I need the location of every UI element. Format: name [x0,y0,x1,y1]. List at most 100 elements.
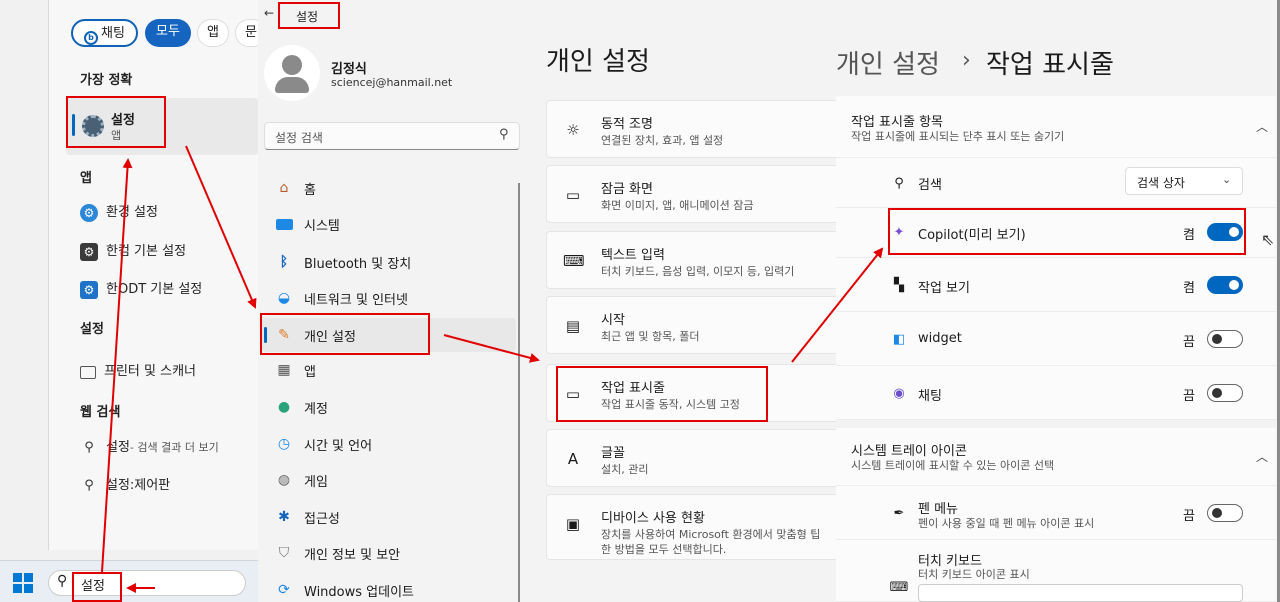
user-avatar[interactable] [264,45,320,101]
start-search-panel: b 채팅 모두 앱 문 가장 정확 설정 앱 앱 ⚙ 환경 설정 ⚙ 한컴 기본 설정… [0,0,258,602]
chat-toggle[interactable] [1207,384,1243,402]
gamepad-icon: ◍ [277,472,291,488]
task-view-toggle[interactable] [1207,276,1243,294]
best-match-header: 가장 정확 [80,73,133,88]
settings-app-panel: ← 설정 김정식 sciencej@hanmail.net 설정 검색 ⚲ ⌂ 홈… [258,0,836,602]
selection-indicator [264,327,267,343]
nav-bluetooth[interactable]: ᛒ Bluetooth 및 장치 [274,247,411,277]
bluetooth-icon: ᛒ [279,254,289,270]
web-search-header: 웹 검색 [80,405,121,420]
printer-icon [80,365,96,379]
monitor-icon [274,214,294,234]
all-filter-pill[interactable]: 모두 [145,19,191,47]
breadcrumb-separator: › [962,48,971,73]
back-arrow-icon[interactable]: ← [264,6,274,20]
nav-personalization[interactable]: ✎ 개인 설정 [274,320,356,350]
copilot-icon: ✦ [893,224,905,240]
search-mode-dropdown[interactable]: 검색 상자 ⌄ [1125,167,1243,195]
home-icon: ⌂ [279,180,289,196]
card-dynamic-lighting[interactable]: ☼ 동적 조명 연결된 장치, 효과, 앱 설정 [546,100,836,158]
search-icon: ⚲ [57,573,68,589]
web-result-item[interactable]: ⚲ 설정:제어판 [80,474,170,498]
font-icon: A [567,450,579,468]
app-result-item[interactable]: ⚙ 한ODT 기본 설정 [80,278,202,302]
apps-header: 앱 [80,171,92,186]
chat-row: ◉ 채팅 끔 [836,366,1276,420]
card-lock-screen[interactable]: ▭ 잠금 화면 화면 이미지, 앱, 애니메이션 잠금 [546,165,836,223]
windows-start-icon[interactable] [13,573,33,593]
search-icon: ⚲ [84,478,94,493]
taskbar-items-section-header[interactable]: 작업 표시줄 항목 작업 표시줄에 표시되는 단추 표시 또는 숨기기 ︿ [836,96,1276,158]
chevron-up-icon: ︿ [1256,120,1269,134]
nav-gaming[interactable]: ◍ 게임 [274,465,328,495]
nav-scrollbar[interactable] [518,183,520,602]
task-view-row: ▚ 작업 보기 켬 [836,258,1276,312]
gear-icon: ⚙ [80,243,98,261]
sun-icon: ☼ [566,121,580,139]
settings-result-item[interactable]: 프린터 및 스캐너 [80,360,196,384]
nav-home[interactable]: ⌂ 홈 [274,173,316,203]
best-match-subtitle: 앱 [111,129,122,142]
card-start[interactable]: ▤ 시작 최근 앱 및 항목, 폴더 [546,296,836,354]
wifi-icon: ◒ [277,290,291,306]
breadcrumb-parent[interactable]: 개인 설정 [836,44,940,81]
search-icon: ⚲ [894,175,904,191]
breadcrumb-current: 작업 표시줄 [986,50,1114,80]
start-grid-icon: ▤ [565,317,581,335]
system-tray-section-header[interactable]: 시스템 트레이 아이콘 시스템 트레이에 표시할 수 있는 아이콘 선택 ︿ [836,428,1276,486]
shield-icon: ⛉ [278,545,290,561]
window-title: 설정 [296,10,319,24]
taskbar-icon: ▭ [565,385,581,403]
user-name: 김정식 [331,62,367,77]
pen-menu-row: ✒ 펜 메뉴 펜이 사용 중일 때 펜 메뉴 아이콘 표시 끔 [836,486,1276,540]
keyboard-icon: ⌨ [889,579,909,595]
gear-icon: ⚙ [80,281,98,299]
taskbar-search-box[interactable]: ⚲ 설정 [48,570,246,596]
settings-search-input[interactable]: 설정 검색 ⚲ [264,122,520,150]
nav-privacy[interactable]: ⛉ 개인 정보 및 보안 [274,538,400,568]
docs-filter-pill[interactable]: 문 [235,19,258,47]
card-device-usage[interactable]: ▣ 디바이스 사용 현황 장치를 사용하여 Microsoft 환경에서 맞춤형 팁… [546,494,836,560]
device-check-icon: ▣ [565,515,581,533]
user-email: sciencej@hanmail.net [331,76,453,89]
pen-menu-toggle[interactable] [1207,504,1243,522]
chevron-up-icon: ︿ [1256,450,1269,464]
update-icon: ⟳ [278,582,290,598]
touch-keyboard-dropdown[interactable] [918,584,1243,602]
chat-icon: ◉ [893,385,905,401]
web-result-item[interactable]: ⚲ 설정 - 검색 결과 더 보기 [80,436,218,460]
page-title: 개인 설정 [546,47,650,77]
pen-icon: ✒ [893,505,905,521]
selection-indicator [72,114,75,136]
lock-screen-icon: ▭ [565,186,581,204]
nav-network[interactable]: ◒ 네트워크 및 인터넷 [274,283,408,313]
widget-icon: ◧ [892,331,906,347]
widget-toggle[interactable] [1207,330,1243,348]
chat-filter-pill[interactable]: b 채팅 [71,19,138,47]
nav-windows-update[interactable]: ⟳ Windows 업데이트 [274,575,414,602]
nav-system[interactable]: 시스템 [274,209,340,239]
settings-gear-icon [82,115,104,137]
card-text-input[interactable]: ⌨ 텍스트 입력 터치 키보드, 음성 입력, 이모지 등, 입력기 [546,231,836,289]
app-result-item[interactable]: ⚙ 한컴 기본 설정 [80,240,186,264]
chevron-down-icon: ⌄ [1222,173,1232,186]
task-view-icon: ▚ [894,277,904,293]
nav-apps[interactable]: ▦ 앱 [274,355,316,385]
search-input-value[interactable]: 설정 [81,575,105,594]
nav-accounts[interactable]: ● 계정 [274,392,328,422]
search-icon: ⚲ [499,127,509,142]
nav-time-language[interactable]: ◷ 시간 및 언어 [274,429,372,459]
apps-filter-pill[interactable]: 앱 [197,19,229,47]
keyboard-icon: ⌨ [563,252,585,270]
best-match-settings[interactable]: 설정 앱 [66,98,258,155]
copilot-row: ✦ Copilot(미리 보기) 켬 [836,208,1276,258]
bing-icon: b [84,31,99,45]
globe-clock-icon: ◷ [277,436,291,452]
widget-row: ◧ widget 끔 [836,312,1276,366]
card-fonts[interactable]: A 글꼴 설치, 관리 [546,429,836,487]
app-result-item[interactable]: ⚙ 환경 설정 [80,201,158,225]
card-taskbar[interactable]: ▭ 작업 표시줄 작업 표시줄 동작, 시스템 고정 [546,364,836,422]
copilot-toggle[interactable] [1207,223,1243,241]
touch-keyboard-row: ⌨ 터치 키보드 터치 키보드 아이콘 표시 [836,540,1276,602]
nav-accessibility[interactable]: ✱ 접근성 [274,502,340,532]
